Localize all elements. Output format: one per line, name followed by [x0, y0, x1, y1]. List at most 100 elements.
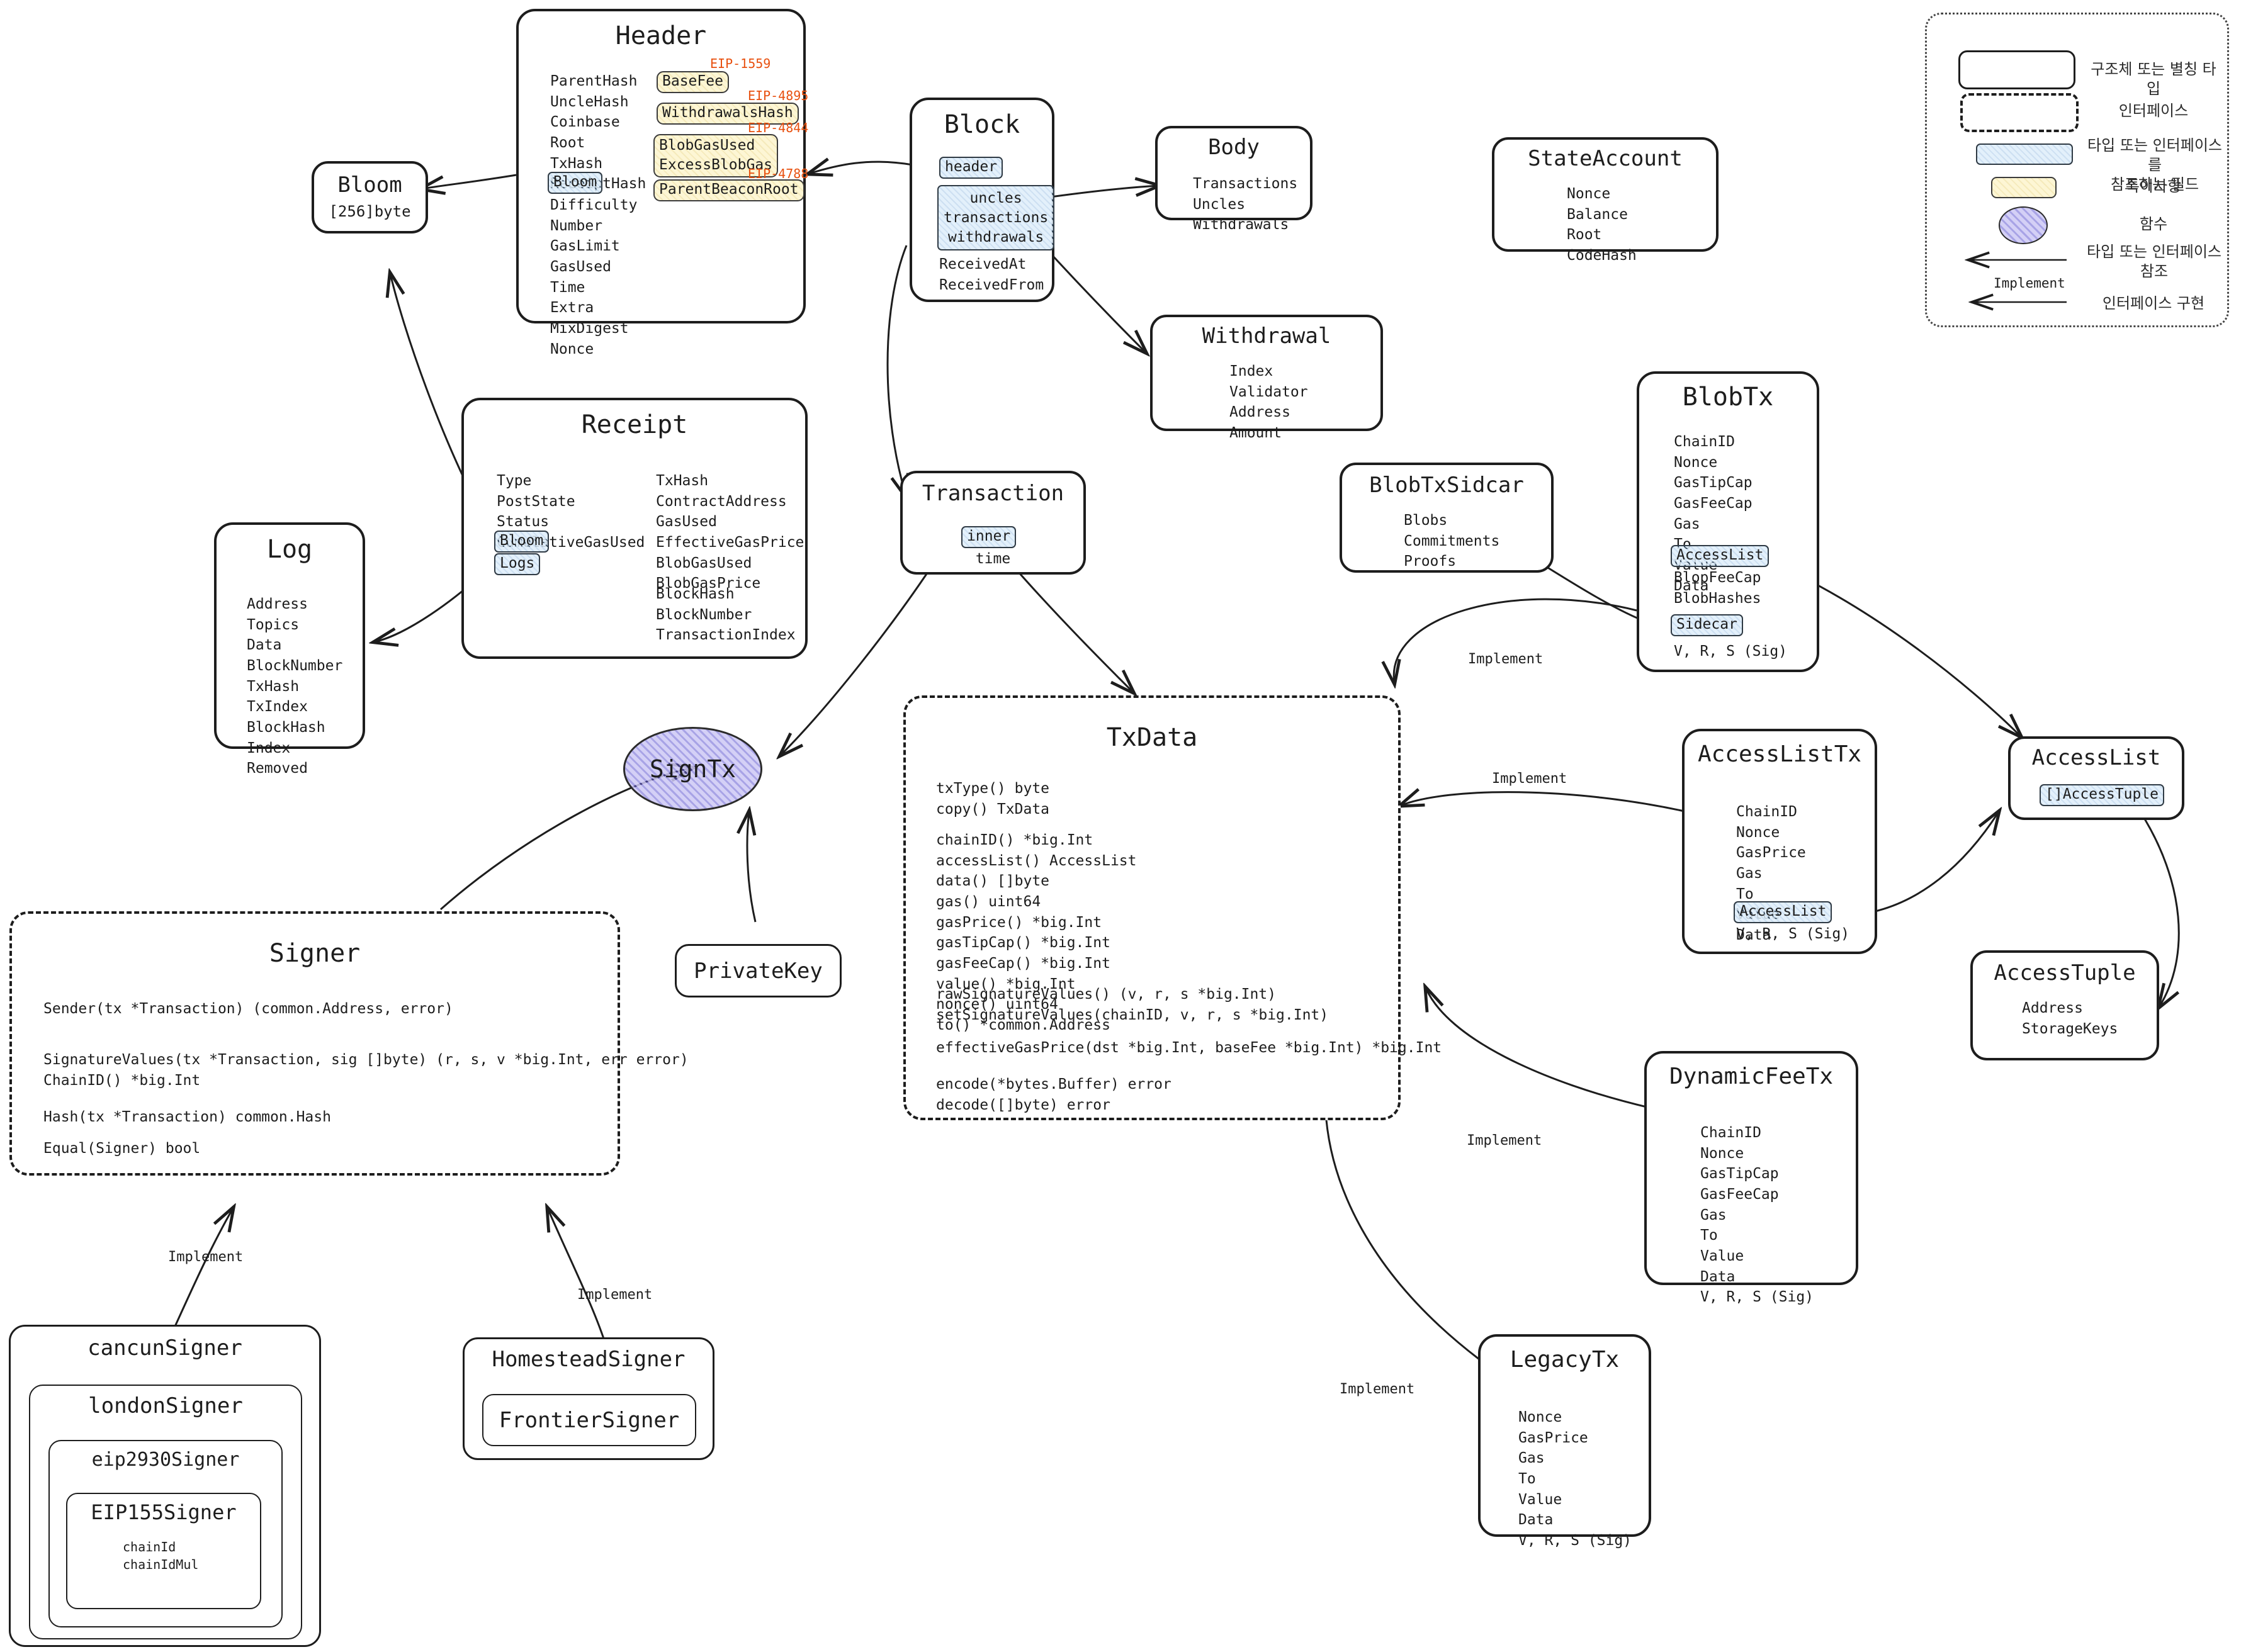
header-fields-2: Difficulty Number GasLimit GasUsed Time … — [550, 197, 638, 357]
state-account-fields: Nonce Balance Root CodeHash — [1567, 186, 1637, 264]
eip155-signer-fields: chainId chainIdMul — [123, 1539, 199, 1573]
transaction-field-time: time — [975, 551, 1011, 567]
txdata-group-1: txType() byte copy() TxData — [936, 780, 1050, 818]
legend-label-note: 특이사항 — [2125, 177, 2182, 195]
signer-group-1: Sender(tx *Transaction) (common.Address,… — [43, 1001, 453, 1017]
node-access-list-tx: AccessListTx ChainID Nonce GasPrice Gas … — [1682, 729, 1877, 954]
legend-swatch-interface — [1960, 93, 2079, 132]
node-bloom-title: Bloom — [337, 172, 402, 198]
node-header-title: Header — [615, 21, 707, 50]
node-blob-tx-sidecar: BlobTxSidcar Blobs Commitments Proofs — [1340, 463, 1554, 573]
receipt-field-bloom[interactable]: Bloom — [494, 531, 550, 553]
node-receipt-title: Receipt — [581, 410, 688, 439]
body-fields: Transactions Uncles Withdrawals — [1193, 176, 1298, 233]
node-blob-tx-sidecar-title: BlobTxSidcar — [1369, 473, 1524, 498]
node-state-account: StateAccount Nonce Balance Root CodeHash — [1492, 137, 1719, 264]
block-field-body[interactable]: uncles transactions withdrawals — [937, 185, 1055, 251]
signer-group-4: Equal(Signer) bool — [43, 1140, 201, 1157]
dynamic-fee-tx-fields: ChainID Nonce GasTipCap GasFeeCap Gas To… — [1700, 1125, 1814, 1306]
node-log-title: Log — [266, 535, 313, 564]
legend-label-struct: 구조체 또는 별칭 타입 — [2091, 60, 2216, 98]
blob-tx-fields-3: V, R, S (Sig) — [1674, 643, 1788, 660]
access-tuple-fields: Address StorageKeys — [2022, 1000, 2118, 1037]
node-block: Block header uncles transactions withdra… — [910, 98, 1055, 302]
withdrawal-fields: Index Validator Address Amount — [1229, 363, 1308, 441]
node-access-tuple-title: AccessTuple — [1994, 960, 2136, 986]
node-withdrawal: Withdrawal Index Validator Address Amoun… — [1150, 315, 1383, 441]
access-list-tx-field-accesslist[interactable]: AccessList — [1734, 901, 1832, 923]
receipt-col2: TxHash ContractAddress GasUsed Effective… — [656, 473, 804, 592]
signer-group-3: Hash(tx *Transaction) common.Hash — [43, 1109, 331, 1125]
legacy-tx-fields: Nonce GasPrice Gas To Value Data V, R, S… — [1518, 1409, 1632, 1549]
node-transaction: Transaction inner time — [900, 471, 1086, 575]
log-fields: Address Topics Data BlockNumber TxHash T… — [247, 596, 343, 777]
node-signer-title: Signer — [269, 939, 361, 968]
node-homestead-signer-title: HomesteadSigner — [492, 1347, 686, 1372]
txdata-group-5: encode(*bytes.Buffer) error decode([]byt… — [936, 1076, 1171, 1113]
node-eip2930-signer-title: eip2930Signer — [91, 1449, 240, 1471]
node-cancun-signer-title: cancunSigner — [87, 1335, 242, 1361]
node-receipt: Receipt Type PostState Status Cumulative… — [461, 398, 808, 659]
node-eip155-signer: EIP155Signer chainId chainIdMul — [66, 1493, 261, 1609]
node-legacy-tx-title: LegacyTx — [1510, 1347, 1620, 1373]
txdata-group-4: effectiveGasPrice(dst *big.Int, baseFee … — [936, 1040, 1442, 1056]
node-dynamic-fee-tx-title: DynamicFeeTx — [1669, 1064, 1834, 1089]
header-field-bloom[interactable]: Bloom — [548, 172, 603, 194]
node-signtx[interactable]: SignTx — [623, 727, 762, 811]
edge-label-implement-blobtx: Implement — [1468, 651, 1544, 667]
node-transaction-title: Transaction — [922, 481, 1064, 506]
legend-swatch-note — [1991, 177, 2057, 198]
node-withdrawal-title: Withdrawal — [1202, 323, 1331, 349]
edge-label-implement-cancun: Implement — [168, 1249, 244, 1265]
node-blob-tx: BlobTx ChainID Nonce GasTipCap GasFeeCap… — [1637, 371, 1819, 672]
node-body: Body Transactions Uncles Withdrawals — [1155, 126, 1312, 233]
legend-swatch-field-ref — [1976, 143, 2073, 165]
header-chip-basefee[interactable]: BaseFee — [657, 71, 729, 93]
diagram-canvas: Header ParentHash UncleHash Coinbase Roo… — [0, 0, 2241, 1652]
node-blob-tx-title: BlobTx — [1682, 383, 1774, 412]
txdata-group-3: rawSignatureValues() (v, r, s *big.Int) … — [936, 986, 1329, 1023]
node-access-list: AccessList []AccessTuple — [2008, 736, 2184, 820]
blob-tx-fields-2: BlopFeeCap BlobHashes — [1674, 570, 1761, 607]
blob-tx-field-accesslist[interactable]: AccessList — [1671, 545, 1770, 567]
edge-label-implement-homestead: Implement — [577, 1287, 653, 1303]
node-txdata: TxData txType() byte copy() TxData chain… — [903, 695, 1442, 1120]
node-eip155-signer-title: EIP155Signer — [91, 1500, 237, 1524]
node-access-list-tx-title: AccessListTx — [1697, 741, 1862, 767]
edge-label-implement-legacytx: Implement — [1340, 1381, 1415, 1397]
node-bloom-sub: [256]byte — [329, 203, 411, 220]
block-fields: ReceivedAt ReceivedFrom — [939, 256, 1044, 293]
legend-swatch-struct — [1958, 50, 2075, 89]
legend-label-interface: 인터페이스 — [2118, 102, 2189, 120]
eip-label-4844: EIP-4844 — [748, 120, 809, 135]
eip-label-4895: EIP-4895 — [748, 88, 809, 103]
node-block-title: Block — [944, 110, 1020, 139]
node-legacy-tx: LegacyTx Nonce GasPrice Gas To Value Dat… — [1478, 1334, 1651, 1549]
receipt-field-logs[interactable]: Logs — [494, 553, 541, 575]
node-private-key: PrivateKey — [675, 944, 842, 997]
transaction-field-inner[interactable]: inner — [961, 526, 1017, 548]
node-state-account-title: StateAccount — [1528, 146, 1683, 171]
access-list-field-tuple[interactable]: []AccessTuple — [2040, 784, 2165, 806]
blob-tx-sidecar-fields: Blobs Commitments Proofs — [1404, 512, 1500, 570]
node-access-tuple: AccessTuple Address StorageKeys — [1970, 950, 2159, 1060]
block-field-header[interactable]: header — [939, 157, 1003, 179]
node-txdata-title: TxData — [1106, 723, 1198, 752]
node-access-list-title: AccessList — [2031, 745, 2161, 770]
edge-label-implement-dynamicfeetx: Implement — [1467, 1133, 1542, 1149]
legend-label-function: 함수 — [2139, 215, 2168, 233]
blob-tx-field-sidecar[interactable]: Sidecar — [1671, 614, 1743, 636]
header-chip-parentbeaconroot[interactable]: ParentBeaconRoot — [653, 179, 804, 201]
node-dynamic-fee-tx: DynamicFeeTx ChainID Nonce GasTipCap Gas… — [1644, 1051, 1858, 1305]
legend-label-implement: 인터페이스 구현 — [2102, 295, 2205, 312]
signer-group-2: SignatureValues(tx *Transaction, sig []b… — [43, 1052, 689, 1089]
node-signer: Signer Sender(tx *Transaction) (common.A… — [9, 911, 689, 1176]
node-bloom: Bloom [256]byte — [312, 161, 428, 233]
legend-label-type-ref: 타입 또는 인터페이스 참조 — [2087, 243, 2221, 281]
node-private-key-title: PrivateKey — [694, 958, 823, 984]
node-london-signer-title: londonSigner — [88, 1393, 243, 1419]
node-frontier-signer: FrontierSigner — [482, 1394, 696, 1446]
legend-panel: 구조체 또는 별칭 타입 인터페이스 타입 또는 인터페이스를 참조하는 필드 … — [1925, 13, 2229, 327]
node-body-title: Body — [1208, 135, 1260, 160]
node-signtx-title: SignTx — [649, 755, 737, 783]
